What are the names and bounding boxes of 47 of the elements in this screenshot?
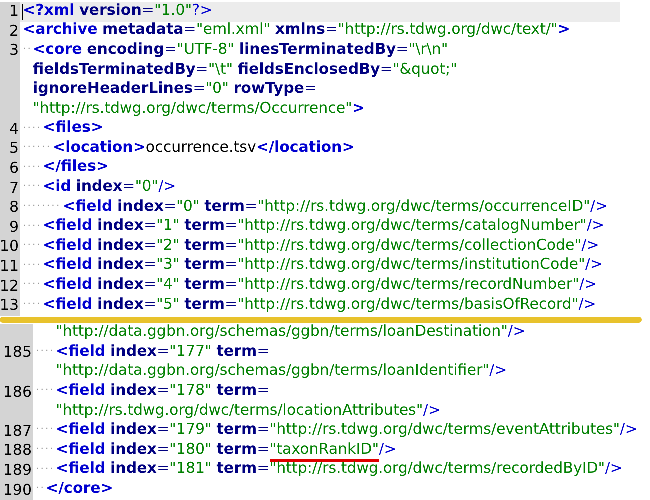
line-number: 8 — [9, 198, 19, 218]
line-number: 6 — [9, 159, 19, 178]
code-line: ····<field index="178" term= — [36, 380, 270, 401]
code-line: ····<field index="177" term= — [36, 342, 270, 362]
code-line: ········<field index="0" term="http://rs.tdwg.org/dwc/terms/occurrenceID"/> — [23, 196, 608, 217]
code-line: /> — [379, 440, 397, 460]
line-number: 5 — [9, 139, 19, 158]
code-line: ····<field index="180" term= — [36, 440, 270, 460]
code-line: ······<location>occurrence.tsv</location> — [23, 138, 355, 158]
code-line: ignoreHeaderLines="0" rowType= — [33, 79, 318, 100]
line-number: 7 — [9, 178, 19, 198]
line-number: 4 — [9, 120, 19, 139]
code-line: ····</files> — [23, 157, 109, 178]
code-line: ··</core> — [36, 478, 114, 499]
code-line: <archive metadata="eml.xml" xmlns="http://rs.tdwg.org/dwc/text/"> — [23, 20, 570, 40]
code-line: ····<field index="4" term="http://rs.tdwg.org/dwc/terms/recordNumber"/> — [23, 274, 598, 295]
line-number: 187 — [3, 422, 32, 441]
code-line: fieldsTerminatedBy="\t" fieldsEnclosedBy="&quot;" — [33, 60, 458, 80]
code-line: ····<field index="3" term="http://rs.tdwg.org/dwc/terms/institutionCode"/> — [23, 255, 603, 276]
line-number: 3 — [9, 41, 19, 60]
code-line: ····<id index="0"/> — [23, 176, 176, 197]
code-line: ····<field index="181" term="http://rs.tdwg.org/dwc/terms/recordedByID"/> — [36, 459, 623, 480]
line-number: 13 — [0, 296, 19, 316]
line-number: 9 — [9, 218, 19, 237]
line-number: 186 — [3, 382, 32, 402]
text-cursor — [22, 4, 23, 20]
code-line: ····<field index="1" term="http://rs.tdwg.org/dwc/terms/catalogNumber"/> — [23, 216, 605, 236]
line-number: 10 — [0, 237, 19, 256]
line-number: 190 — [3, 480, 32, 500]
line-number: 185 — [3, 343, 32, 362]
code-line: "http://data.ggbn.org/schemas/ggbn/terms/loanIdentifier"/> — [56, 361, 508, 382]
code-line: ····<files> — [23, 118, 104, 138]
line-number: 1 — [9, 2, 19, 22]
code-line: ····<field index="5" term="http://rs.tdwg.org/dwc/terms/basisOfRecord"/> — [23, 294, 596, 315]
code-line: <?xml version="1.0"?> — [23, 0, 213, 21]
line-number: 12 — [0, 276, 19, 296]
line-number: 189 — [3, 460, 32, 480]
code-line: ··<core encoding="UTF-8" linesTerminatedBy="\r\n" — [23, 40, 448, 60]
underlined-text: "taxonRankID" — [270, 440, 380, 462]
code-line: "http://rs.tdwg.org/dwc/terms/locationAttributes"/> — [56, 400, 441, 421]
code-line: ····<field index="2" term="http://rs.tdwg.org/dwc/terms/collectionCode"/> — [23, 236, 600, 256]
line-number: 11 — [0, 257, 19, 276]
code-line: "http://rs.tdwg.org/dwc/terms/Occurrence"> — [33, 98, 366, 119]
code-line: ····<field index="179" term="http://rs.tdwg.org/dwc/terms/eventAttributes"/> — [36, 420, 638, 440]
line-number: 188 — [3, 441, 32, 460]
code-line: "http://data.ggbn.org/schemas/ggbn/terms/loanDestination"/> — [56, 322, 526, 342]
line-number: 2 — [9, 22, 19, 41]
